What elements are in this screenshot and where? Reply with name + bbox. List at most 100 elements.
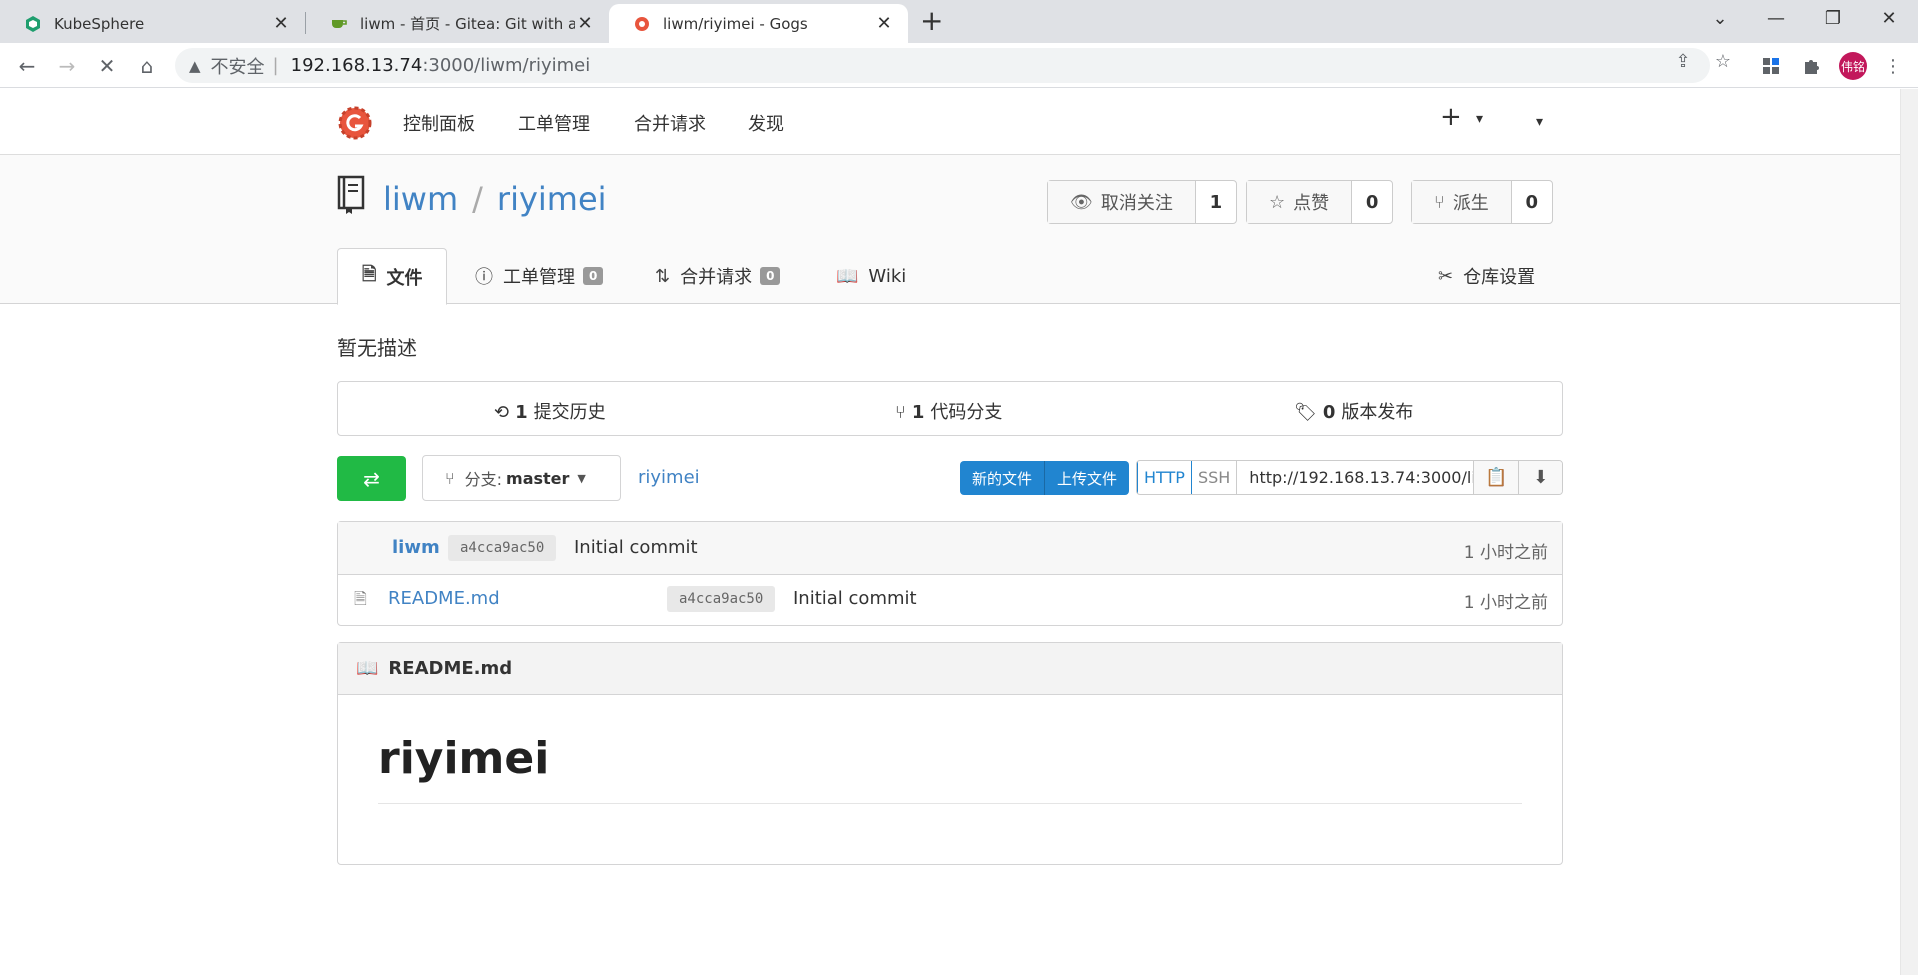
new-tab-icon[interactable]: +	[920, 6, 943, 36]
nav-pulls[interactable]: 合并请求	[634, 110, 706, 136]
address-separator: |	[272, 55, 279, 76]
branches-label: 代码分支	[930, 402, 1003, 423]
nav-explore[interactable]: 发现	[748, 110, 784, 136]
clone-panel: HTTP SSH http://192.168.13.74:3000/liwm/…	[1136, 460, 1564, 495]
repo-owner-link[interactable]: liwm	[383, 180, 458, 218]
fork-count[interactable]: 0	[1512, 181, 1552, 223]
tab-files[interactable]: 🗎 文件	[337, 248, 448, 305]
readme-header: 📖 README.md	[338, 643, 1562, 695]
commits-count: 1	[515, 402, 528, 423]
file-commit-time: 1 小时之前	[1463, 593, 1548, 613]
home-icon[interactable]: ⌂	[132, 51, 162, 81]
tab-pulls-label: 合并请求	[680, 267, 753, 288]
create-dropdown-caret-icon[interactable]: ▾	[1476, 111, 1483, 127]
repo-name-link[interactable]: riyimei	[497, 180, 607, 218]
create-plus-icon[interactable]: +	[1440, 102, 1462, 132]
tab-title: liwm - 首页 - Gitea: Git with a cup	[360, 15, 575, 33]
browser-tab-gitea[interactable]: liwm - 首页 - Gitea: Git with a cup ✕	[306, 4, 609, 43]
star-icon: ☆	[1269, 191, 1286, 213]
profile-avatar[interactable]: 伟铭	[1839, 52, 1867, 80]
clone-http-button[interactable]: HTTP	[1137, 461, 1192, 494]
star-count[interactable]: 0	[1352, 181, 1392, 223]
bookmark-star-icon[interactable]: ☆	[1708, 51, 1738, 72]
minimize-icon[interactable]: —	[1756, 4, 1796, 34]
tab-settings[interactable]: ✂ 仓库设置	[1438, 248, 1535, 304]
gogs-header: 控制面板 工单管理 合并请求 发现 + ▾ ▾	[0, 89, 1900, 155]
repo-header: liwm / riyimei 👁 取消关注 1 ☆ 点赞 0 ⑂ 派生 0 🗎 文件 ⓘ 工单…	[0, 155, 1900, 305]
watch-count[interactable]: 1	[1196, 181, 1236, 223]
commits-stat[interactable]: ⟲ 1 提交历史	[494, 398, 606, 424]
file-commit-sha[interactable]: a4cca9ac50	[667, 586, 776, 612]
new-file-button[interactable]: 新的文件	[960, 461, 1045, 495]
issue-opened-icon: ⓘ	[475, 267, 493, 288]
branches-stat[interactable]: ⑂ 1 代码分支	[895, 398, 1002, 424]
repo-title: liwm / riyimei	[383, 180, 607, 218]
address-bar[interactable]: ▲ 不安全 | 192.168.13.74:3000/liwm/riyimei	[175, 48, 1710, 83]
pulls-count-badge: 0	[760, 267, 781, 285]
breadcrumb-repo[interactable]: riyimei	[638, 467, 700, 488]
fork-button[interactable]: ⑂ 派生	[1412, 181, 1512, 223]
fork-icon: ⑂	[1434, 191, 1445, 213]
file-commit-message[interactable]: Initial commit	[793, 588, 917, 609]
browser-tab-gogs[interactable]: liwm/riyimei - Gogs ✕	[609, 4, 908, 43]
close-icon[interactable]: ✕	[575, 13, 595, 34]
warning-icon: ▲	[189, 56, 201, 75]
clone-url-input[interactable]: http://192.168.13.74:3000/liwm/riyimei.g…	[1237, 461, 1475, 494]
tab-files-label: 文件	[386, 267, 423, 289]
tab-pulls[interactable]: ⇅ 合并请求 0	[655, 248, 781, 304]
branch-dropdown[interactable]: ⑂ 分支: master ▼	[422, 455, 621, 501]
browser-tab-kubesphere[interactable]: KubeSphere ✕	[0, 4, 305, 43]
close-icon[interactable]: ✕	[271, 13, 291, 34]
star-button[interactable]: ☆ 点赞	[1247, 181, 1353, 223]
pull-request-icon: ⇅	[655, 265, 671, 287]
nav-dashboard[interactable]: 控制面板	[403, 110, 475, 136]
menu-kebab-icon[interactable]: ⋮	[1880, 53, 1906, 79]
commit-sha-label[interactable]: a4cca9ac50	[448, 535, 557, 561]
upload-file-button[interactable]: 上传文件	[1044, 461, 1130, 495]
gogs-logo-icon[interactable]	[338, 106, 372, 140]
user-dropdown-caret-icon[interactable]: ▾	[1536, 114, 1543, 130]
releases-stat[interactable]: 🏷 0 版本发布	[1294, 398, 1413, 424]
file-table: liwm a4cca9ac50 Initial commit 1 小时之前 🗎 …	[337, 521, 1563, 626]
nav-issues[interactable]: 工单管理	[518, 110, 590, 136]
commit-author-link[interactable]: liwm	[392, 537, 440, 558]
readme-panel: 📖 README.md riyimei	[337, 642, 1563, 865]
stop-loading-icon[interactable]: ✕	[92, 51, 122, 81]
gitea-icon	[330, 15, 348, 33]
tab-issues-label: 工单管理	[503, 267, 575, 288]
commit-message[interactable]: Initial commit	[574, 537, 698, 558]
url-path: :3000/liwm/riyimei	[422, 55, 591, 76]
commits-label: 提交历史	[533, 402, 606, 423]
repo-description: 暂无描述	[337, 336, 417, 360]
compare-button[interactable]: ⇄	[337, 456, 406, 501]
extension-grid-icon[interactable]	[1758, 53, 1784, 79]
file-name-link[interactable]: README.md	[388, 588, 500, 609]
share-icon[interactable]: ⇪	[1668, 51, 1698, 72]
page-scrollbar[interactable]	[1900, 89, 1918, 975]
tab-search-icon[interactable]: ⌄	[1700, 4, 1740, 34]
extensions-puzzle-icon[interactable]	[1799, 53, 1825, 79]
book-icon: 📖	[356, 658, 379, 679]
copy-clipboard-icon[interactable]: 📋	[1474, 461, 1519, 494]
close-icon[interactable]: ✕	[874, 13, 894, 34]
readme-heading: riyimei	[378, 733, 550, 784]
watch-button[interactable]: 👁 取消关注	[1048, 181, 1196, 223]
tab-wiki[interactable]: 📖 Wiki	[836, 248, 906, 304]
tab-title: liwm/riyimei - Gogs	[663, 14, 808, 33]
browser-tabstrip: KubeSphere ✕ liwm - 首页 - Gitea: Git with…	[0, 0, 1918, 43]
tab-title: KubeSphere	[54, 14, 145, 33]
back-icon[interactable]: ←	[12, 51, 42, 81]
browser-toolbar: ← → ✕ ⌂ ▲ 不安全 | 192.168.13.74:3000/liwm/…	[0, 43, 1918, 88]
tag-icon: 🏷	[1294, 402, 1317, 423]
eye-icon: 👁	[1070, 191, 1093, 213]
commit-time: 1 小时之前	[1463, 543, 1548, 563]
tab-issues[interactable]: ⓘ 工单管理 0	[475, 248, 604, 304]
window-close-icon[interactable]: ✕	[1869, 4, 1909, 34]
download-icon[interactable]: ⬇	[1518, 461, 1563, 494]
branches-count: 1	[911, 402, 925, 423]
forward-icon[interactable]: →	[52, 51, 82, 81]
restore-icon[interactable]: ❐	[1813, 4, 1853, 34]
clone-ssh-button[interactable]: SSH	[1192, 461, 1238, 494]
readme-divider	[378, 803, 1522, 804]
repo-book-icon	[336, 175, 366, 215]
